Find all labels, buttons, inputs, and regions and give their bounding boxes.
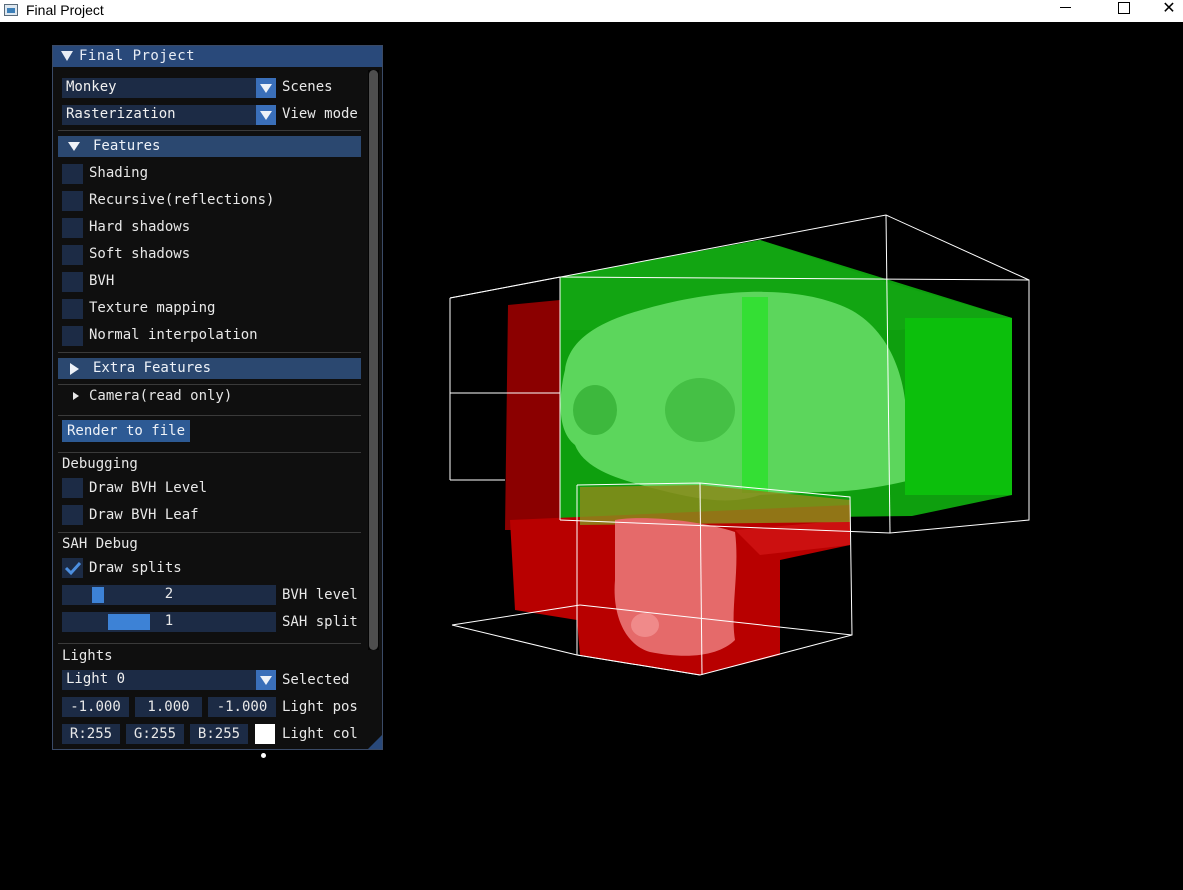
scenes-label: Scenes: [282, 79, 333, 95]
extra-features-label: Extra Features: [93, 360, 212, 376]
minimize-icon: [1059, 6, 1071, 8]
separator: [58, 384, 361, 385]
window-titlebar: Final Project ✕: [0, 0, 1183, 22]
bvh-checkbox[interactable]: [62, 272, 83, 292]
panel-title: Final Project: [79, 48, 196, 64]
triangle-right-icon: [70, 363, 79, 375]
light-select-value: Light 0: [66, 671, 126, 687]
render-to-file-button[interactable]: Render to file: [62, 420, 191, 442]
separator: [58, 352, 361, 353]
light-select-combo[interactable]: Light 0: [62, 670, 276, 690]
light-col-r-field[interactable]: R:255: [62, 724, 120, 744]
bvh-label: BVH: [89, 273, 115, 289]
monkey-mouth: [631, 613, 659, 637]
light-pos-label: Light pos: [282, 699, 358, 715]
texture-mapping-label: Texture mapping: [89, 300, 216, 316]
camera-tree-node[interactable]: Camera(read only): [69, 388, 349, 406]
draw-bvh-level-checkbox[interactable]: [62, 478, 83, 498]
soft-shadows-label: Soft shadows: [89, 246, 191, 262]
monkey-eye-left: [573, 385, 617, 435]
view-mode-value: Rasterization: [66, 106, 176, 122]
maximize-icon: [1118, 2, 1130, 14]
light-pos-z-field[interactable]: -1.000: [208, 697, 276, 717]
panel-scrollbar[interactable]: [368, 70, 379, 650]
bvh-level-label: BVH level: [282, 587, 358, 603]
monkey-chin: [614, 518, 737, 656]
separator: [58, 452, 361, 453]
chevron-down-icon[interactable]: [256, 78, 276, 98]
bvh-level-slider[interactable]: 2: [62, 585, 276, 605]
normal-interpolation-checkbox[interactable]: [62, 326, 83, 346]
app-icon: [4, 4, 18, 16]
soft-shadows-checkbox[interactable]: [62, 245, 83, 265]
normal-interpolation-label: Normal interpolation: [89, 327, 258, 343]
collapse-triangle-icon[interactable]: [61, 51, 73, 61]
shading-checkbox[interactable]: [62, 164, 83, 184]
panel-title-bar[interactable]: Final Project: [53, 46, 382, 67]
features-header-label: Features: [93, 138, 161, 154]
lights-header: Lights: [62, 648, 113, 664]
light-pos-y-field[interactable]: 1.000: [135, 697, 202, 717]
sah-split-slider[interactable]: 1: [62, 612, 276, 632]
texture-mapping-checkbox[interactable]: [62, 299, 83, 319]
hard-shadows-label: Hard shadows: [89, 219, 191, 235]
green-split-plane: [742, 297, 768, 493]
chevron-down-icon[interactable]: [256, 670, 276, 690]
triangle-down-icon: [68, 142, 80, 151]
selected-label: Selected: [282, 672, 350, 688]
hard-shadows-checkbox[interactable]: [62, 218, 83, 238]
features-header[interactable]: Features: [58, 136, 361, 157]
shading-label: Shading: [89, 165, 149, 181]
light-color-swatch[interactable]: [255, 724, 275, 744]
green-side-face: [905, 318, 1012, 495]
sah-split-label: SAH split: [282, 614, 358, 630]
light-col-g-field[interactable]: G:255: [126, 724, 184, 744]
separator: [58, 532, 361, 533]
close-icon: ✕: [1162, 0, 1176, 17]
debugging-header: Debugging: [62, 456, 138, 472]
final-project-panel: Final Project Monkey Scenes Rasterizatio…: [52, 45, 383, 750]
separator: [58, 130, 361, 131]
extra-features-header[interactable]: Extra Features: [58, 358, 361, 379]
triangle-right-icon: [73, 392, 79, 400]
view-mode-label: View mode: [282, 106, 358, 122]
draw-splits-label: Draw splits: [89, 560, 182, 576]
draw-splits-checkbox[interactable]: [62, 558, 83, 578]
monkey-eye-right: [665, 378, 735, 442]
recursive-label: Recursive(reflections): [89, 192, 275, 208]
separator: [58, 415, 361, 416]
resize-grip-icon[interactable]: [368, 735, 382, 749]
light-col-label: Light col: [282, 726, 358, 742]
mouse-cursor-dot: [261, 753, 266, 758]
separator: [58, 643, 361, 644]
minimize-button[interactable]: [1042, 0, 1088, 22]
bvh-level-value: 2: [164, 586, 174, 602]
recursive-checkbox[interactable]: [62, 191, 83, 211]
checkmark-icon: [64, 561, 82, 576]
scenes-value: Monkey: [66, 79, 117, 95]
light-col-b-field[interactable]: B:255: [190, 724, 248, 744]
draw-bvh-leaf-label: Draw BVH Leaf: [89, 507, 199, 523]
window-title: Final Project: [26, 2, 104, 18]
close-button[interactable]: ✕: [1155, 0, 1183, 22]
view-mode-combo[interactable]: Rasterization: [62, 105, 276, 125]
sah-debug-header: SAH Debug: [62, 536, 138, 552]
sah-split-value: 1: [164, 613, 174, 629]
chevron-down-icon[interactable]: [256, 105, 276, 125]
draw-bvh-level-label: Draw BVH Level: [89, 480, 208, 496]
maximize-button[interactable]: [1101, 0, 1147, 22]
scenes-combo[interactable]: Monkey: [62, 78, 276, 98]
scrollbar-thumb[interactable]: [369, 70, 378, 650]
light-pos-x-field[interactable]: -1.000: [62, 697, 129, 717]
camera-label: Camera(read only): [89, 388, 233, 404]
draw-bvh-leaf-checkbox[interactable]: [62, 505, 83, 525]
